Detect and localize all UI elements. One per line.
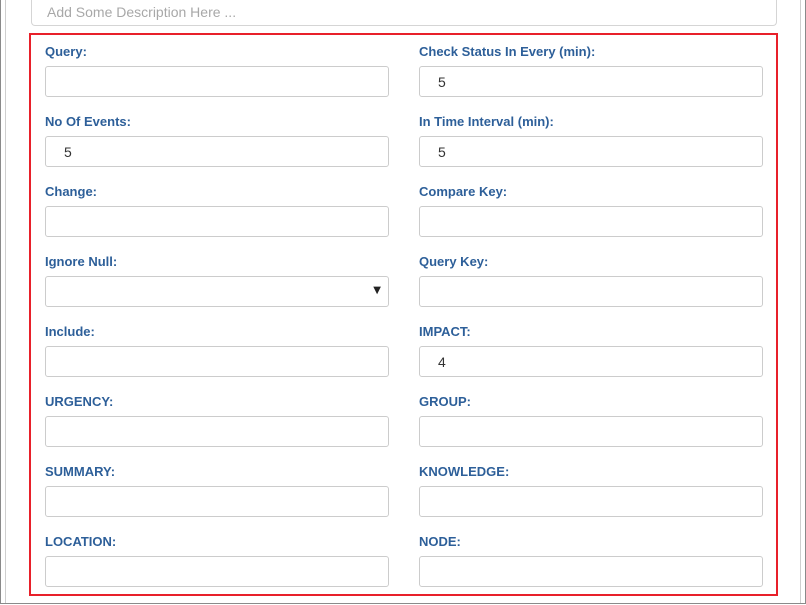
location-label: LOCATION:	[45, 534, 117, 549]
query-key-label: Query Key:	[419, 254, 489, 269]
caret-down-icon: ▼	[373, 285, 381, 296]
group-input[interactable]	[419, 416, 763, 447]
time-interval-input[interactable]	[419, 136, 763, 167]
urgency-input[interactable]	[45, 416, 389, 447]
description-input[interactable]	[31, 0, 777, 26]
check-status-label: Check Status In Every (min):	[419, 44, 596, 59]
query-key-input[interactable]	[419, 276, 763, 307]
summary-input[interactable]	[45, 486, 389, 517]
form-window: Query: Check Status In Every (min): No O…	[0, 0, 806, 604]
location-input[interactable]	[45, 556, 389, 587]
knowledge-label: KNOWLEDGE:	[419, 464, 510, 479]
compare-key-input[interactable]	[419, 206, 763, 237]
knowledge-input[interactable]	[419, 486, 763, 517]
summary-label: SUMMARY:	[45, 464, 116, 479]
no-of-events-input[interactable]	[45, 136, 389, 167]
node-label: NODE:	[419, 534, 461, 549]
node-input[interactable]	[419, 556, 763, 587]
compare-key-label: Compare Key:	[419, 184, 508, 199]
time-interval-label: In Time Interval (min):	[419, 114, 554, 129]
ignore-null-select[interactable]: ▼	[45, 276, 389, 307]
group-label: GROUP:	[419, 394, 471, 409]
ignore-null-label: Ignore Null:	[45, 254, 118, 269]
include-input[interactable]	[45, 346, 389, 377]
impact-label: IMPACT:	[419, 324, 471, 339]
urgency-label: URGENCY:	[45, 394, 114, 409]
impact-input[interactable]	[419, 346, 763, 377]
query-label: Query:	[45, 44, 87, 59]
change-label: Change:	[45, 184, 97, 199]
no-of-events-label: No Of Events:	[45, 114, 131, 129]
check-status-input[interactable]	[419, 66, 763, 97]
query-input[interactable]	[45, 66, 389, 97]
change-input[interactable]	[45, 206, 389, 237]
include-label: Include:	[45, 324, 95, 339]
